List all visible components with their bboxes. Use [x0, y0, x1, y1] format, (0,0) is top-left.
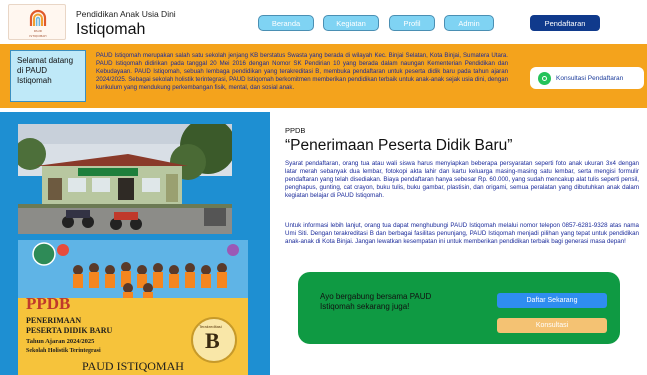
nav-admin[interactable]: Admin — [444, 15, 494, 31]
school-logo[interactable]: PAUD ISTIQOMAH — [8, 4, 66, 40]
whatsapp-icon — [538, 71, 551, 85]
section-title: “Penerimaan Peserta Didik Baru” — [285, 137, 513, 154]
brand-name: Istiqomah — [76, 21, 146, 38]
intro-description: PAUD Istiqomah merupakan salah satu seko… — [96, 52, 508, 91]
poster-year: Tahun Ajaran 2024/2025 — [26, 338, 95, 345]
poster-ppdb: PPDB — [26, 294, 71, 313]
section-label: PPDB — [285, 126, 306, 135]
school-building-photo — [18, 124, 232, 234]
logo-text-name: ISTIQOMAH — [29, 34, 47, 38]
whatsapp-consult-button[interactable]: Konsultasi Pendaftaran — [530, 67, 644, 89]
rainbow-logo-icon — [29, 9, 47, 26]
poster-footer: PAUD ISTIQOMAH — [82, 359, 184, 373]
poster-school-type: Sekolah Holistik Terintegrasi — [26, 348, 101, 354]
contact-paragraph: Untuk informasi lebih lanjut, orang tua … — [285, 222, 639, 246]
join-text: Ayo bergabung bersama PAUD Istiqomah sek… — [320, 292, 432, 311]
konsultasi-button[interactable]: Konsultasi — [497, 318, 607, 333]
welcome-box: Selamat datang di PAUD Istiqomah — [10, 50, 86, 102]
poster-line1: PENERIMAAN — [26, 316, 82, 325]
header: PAUD ISTIQOMAH Pendidikan Anak Usia Dini… — [0, 0, 647, 44]
poster-line2: PESERTA DIDIK BARU — [26, 326, 113, 335]
poster-grade: B — [205, 328, 220, 353]
brand-subtitle: Pendidikan Anak Usia Dini — [76, 9, 176, 19]
ppdb-poster: PPDB PENERIMAAN PESERTA DIDIK BARU Tahun… — [18, 240, 248, 375]
whatsapp-consult-label: Konsultasi Pendaftaran — [556, 74, 624, 82]
nav-beranda[interactable]: Beranda — [258, 15, 314, 31]
requirements-paragraph: Syarat pendaftaran, orang tua atau wali … — [285, 160, 639, 200]
logo-text-paud: PAUD — [33, 29, 43, 33]
pendaftaran-button[interactable]: Pendaftaran — [530, 15, 600, 31]
nav-profil[interactable]: Profil — [389, 15, 435, 31]
daftar-sekarang-button[interactable]: Daftar Sekarang — [497, 293, 607, 308]
intro-banner: Selamat datang di PAUD Istiqomah PAUD Is… — [0, 44, 647, 108]
nav-kegiatan[interactable]: Kegiatan — [323, 15, 379, 31]
